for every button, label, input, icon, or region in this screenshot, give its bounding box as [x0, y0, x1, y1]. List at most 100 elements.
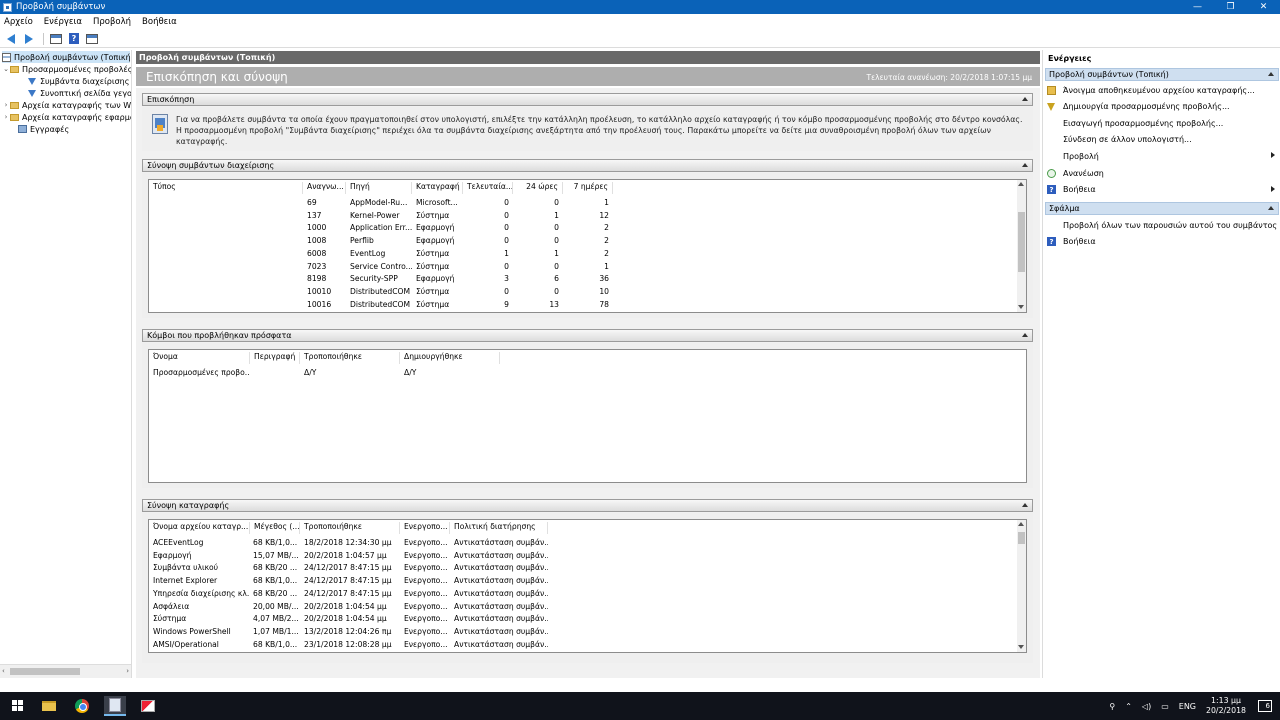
column-header-7-days[interactable]: 7 ημέρες: [563, 182, 613, 194]
tree-item-custom-views[interactable]: ⌄ Προσαρμοσμένες προβολές: [2, 63, 131, 75]
scroll-thumb[interactable]: [10, 668, 80, 675]
show-hide-action-pane-button[interactable]: [84, 32, 100, 46]
collapse-icon[interactable]: [1022, 163, 1028, 167]
column-header-log-name[interactable]: Όνομα αρχείου καταγρ...: [149, 522, 250, 534]
title-bar: Προβολή συμβάντων — ❐ ✕: [0, 0, 1280, 14]
recent-nodes-section-header[interactable]: Κόμβοι που προβλήθηκαν πρόσφατα: [142, 329, 1033, 342]
admin-events-section-header[interactable]: Σύνοψη συμβάντων διαχείρισης: [142, 159, 1033, 172]
action-item[interactable]: ? Βοήθεια: [1047, 236, 1277, 248]
action-item[interactable]: ? Βοήθεια: [1047, 184, 1277, 196]
action-item[interactable]: Εισαγωγή προσαρμοσμένης προβολής...: [1047, 117, 1277, 129]
action-item[interactable]: Ανανέωση: [1047, 167, 1277, 179]
scroll-right-icon[interactable]: ›: [126, 667, 129, 675]
tree-item-windows-logs[interactable]: › Αρχεία καταγραφής των Windows: [2, 99, 131, 111]
tree-item-summary-page-events[interactable]: Συνοπτική σελίδα γεγονότων: [28, 87, 131, 99]
column-header-description[interactable]: Περιγραφή: [250, 352, 300, 364]
minimize-button[interactable]: —: [1181, 0, 1214, 14]
actions-section-error[interactable]: Σφάλμα: [1045, 202, 1279, 215]
tree-item-administrative-events[interactable]: Συμβάντα διαχείρισης: [28, 75, 129, 87]
menu-view[interactable]: Προβολή: [93, 17, 131, 27]
recent-nodes-table[interactable]: Όνομα Περιγραφή Τροποποιήθηκε Δημιουργήθ…: [148, 349, 1027, 483]
scroll-down-icon[interactable]: [1018, 645, 1024, 649]
column-header-enabled[interactable]: Ενεργοπο...: [400, 522, 450, 534]
collapse-icon[interactable]: [1268, 206, 1274, 210]
windows-start-icon[interactable]: [12, 700, 24, 712]
log-summary-table[interactable]: Όνομα αρχείου καταγρ... Μέγεθος (... Τρο…: [148, 519, 1027, 653]
clock[interactable]: 1:13 μμ 20/2/2018: [1206, 696, 1246, 716]
collapse-icon[interactable]: [1022, 503, 1028, 507]
action-item[interactable]: Προβολή όλων των παρουσιών αυτού του συμ…: [1047, 219, 1277, 231]
action-item[interactable]: Άνοιγμα αποθηκευμένου αρχείου καταγραφής…: [1047, 84, 1277, 96]
summary-scroll-area[interactable]: Επισκόπηση Για να προβάλετε συμβάντα τα …: [136, 88, 1040, 678]
scroll-up-icon[interactable]: [1018, 522, 1024, 526]
taskbar-file-explorer[interactable]: [38, 696, 60, 716]
scroll-left-icon[interactable]: ‹: [2, 667, 5, 675]
action-item[interactable]: Σύνδεση σε άλλον υπολογιστή...: [1047, 134, 1277, 146]
tree-item-event-viewer-local[interactable]: Προβολή συμβάντων (Τοπική): [2, 51, 131, 63]
column-header-24-hours[interactable]: 24 ώρες: [513, 182, 563, 194]
tree-item-subscriptions[interactable]: Εγγραφές: [18, 123, 69, 135]
scroll-thumb[interactable]: [1018, 532, 1025, 544]
tree-horizontal-scrollbar[interactable]: ‹ ›: [0, 664, 131, 678]
column-header-size[interactable]: Μέγεθος (...: [250, 522, 300, 534]
people-icon[interactable]: ⚲: [1109, 702, 1115, 711]
column-header-retention-policy[interactable]: Πολιτική διατήρησης: [450, 522, 548, 534]
cell-enabled: Ενεργοπο...: [404, 601, 448, 611]
menu-help[interactable]: Βοήθεια: [142, 17, 177, 27]
column-header-log[interactable]: Καταγραφή: [412, 182, 463, 194]
taskbar-chrome[interactable]: [71, 696, 93, 716]
cell-last-hour: 0: [504, 210, 509, 220]
refresh-icon: [1047, 168, 1056, 178]
taskbar-event-viewer[interactable]: [104, 696, 126, 716]
show-hide-console-tree-button[interactable]: [48, 32, 64, 46]
tree-item-applications-services-logs[interactable]: › Αρχεία καταγραφής εφαρμογών και υπηρεσ…: [2, 111, 131, 123]
cell-24-hours: 0: [554, 198, 559, 207]
close-button[interactable]: ✕: [1247, 0, 1280, 14]
column-header-created[interactable]: Δημιουργήθηκε: [400, 352, 500, 364]
expand-chevron-icon[interactable]: ›: [2, 113, 10, 121]
action-center-icon[interactable]: 6: [1258, 700, 1272, 712]
action-item[interactable]: Δημιουργία προσαρμοσμένης προβολής...: [1047, 101, 1277, 113]
log-summary-section-header[interactable]: Σύνοψη καταγραφής: [142, 499, 1033, 512]
scroll-down-icon[interactable]: [1018, 305, 1024, 309]
scroll-thumb[interactable]: [1018, 212, 1025, 272]
recent-node-name[interactable]: Προσαρμοσμένες προβο...: [153, 368, 249, 380]
admin-events-table[interactable]: Τύπος Αναγνω... Πηγή Καταγραφή Τελευταία…: [148, 179, 1027, 313]
volume-icon[interactable]: ◁): [1142, 702, 1151, 711]
column-header-name[interactable]: Όνομα: [149, 352, 250, 364]
cell-log: Σύστημα: [416, 210, 450, 220]
actions-section-event-viewer[interactable]: Προβολή συμβάντων (Τοπική): [1045, 68, 1279, 81]
show-hidden-icons-chevron-icon[interactable]: ⌃: [1125, 702, 1132, 711]
help-button[interactable]: ?: [66, 32, 82, 46]
action-item[interactable]: Προβολή: [1047, 150, 1277, 162]
menu-file[interactable]: Αρχείο: [4, 17, 33, 27]
collapse-icon[interactable]: [1268, 72, 1274, 76]
menu-action[interactable]: Ενέργεια: [44, 17, 82, 27]
scroll-up-icon[interactable]: [1018, 182, 1024, 186]
log-table-scrollbar[interactable]: [1017, 520, 1026, 652]
column-header-modified[interactable]: Τροποποιήθηκε: [300, 352, 400, 364]
expand-chevron-icon[interactable]: ›: [2, 101, 10, 109]
taskbar-snipping-tool[interactable]: [137, 696, 159, 716]
window-title: Προβολή συμβάντων: [16, 2, 106, 12]
forward-button[interactable]: [21, 32, 37, 46]
cell-size: 68 KB/20 ...: [253, 563, 298, 573]
network-icon[interactable]: ▭: [1161, 702, 1169, 711]
back-button[interactable]: [3, 32, 19, 46]
column-header-id[interactable]: Αναγνω...: [303, 182, 346, 194]
cell-log-name: Υπηρεσία διαχείρισης κλ...: [153, 588, 249, 598]
column-header-last-hour[interactable]: Τελευταία...: [463, 182, 513, 194]
overview-text: Για να προβάλετε συμβάντα τα οποία έχουν…: [176, 115, 1023, 146]
column-header-type[interactable]: Τύπος: [149, 182, 303, 194]
overview-section-header[interactable]: Επισκόπηση: [142, 93, 1033, 106]
language-indicator[interactable]: ENG: [1179, 702, 1196, 711]
collapse-icon[interactable]: [1022, 97, 1028, 101]
collapse-icon[interactable]: [1022, 333, 1028, 337]
column-header-modified[interactable]: Τροποποιήθηκε: [300, 522, 400, 534]
snipping-tool-icon: [141, 700, 155, 712]
expand-chevron-icon[interactable]: ⌄: [2, 65, 10, 73]
column-header-source[interactable]: Πηγή: [346, 182, 412, 194]
restore-button[interactable]: ❐: [1214, 0, 1247, 14]
cell-log: Σύστημα: [416, 299, 450, 309]
admin-table-scrollbar[interactable]: [1017, 180, 1026, 312]
